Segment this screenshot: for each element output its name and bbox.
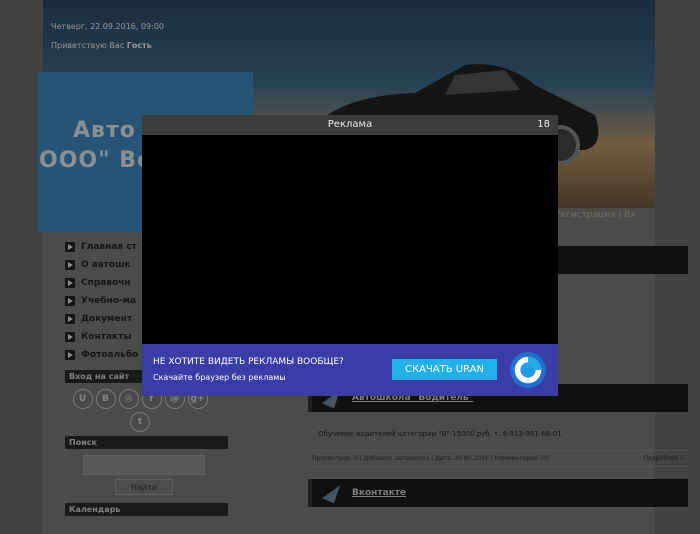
- ad-title-bar: Реклама 18: [142, 115, 558, 135]
- ad-modal: Реклама 18 НЕ ХОТИТЕ ВИДЕТЬ РЕКЛАМЫ ВООБ…: [142, 115, 558, 396]
- ad-video-area[interactable]: [142, 135, 558, 343]
- ad-subline: Скачайте браузер без рекламы: [153, 373, 286, 382]
- ad-countdown: 18: [537, 119, 550, 130]
- ad-title: Реклама: [327, 119, 373, 130]
- download-uran-button[interactable]: СКАЧАТЬ URAN: [392, 359, 497, 380]
- ad-banner[interactable]: НЕ ХОТИТЕ ВИДЕТЬ РЕКЛАМЫ ВООБЩЕ? Скачайт…: [142, 344, 558, 396]
- ad-headline: НЕ ХОТИТЕ ВИДЕТЬ РЕКЛАМЫ ВООБЩЕ?: [153, 357, 344, 367]
- uran-browser-icon[interactable]: [509, 351, 547, 389]
